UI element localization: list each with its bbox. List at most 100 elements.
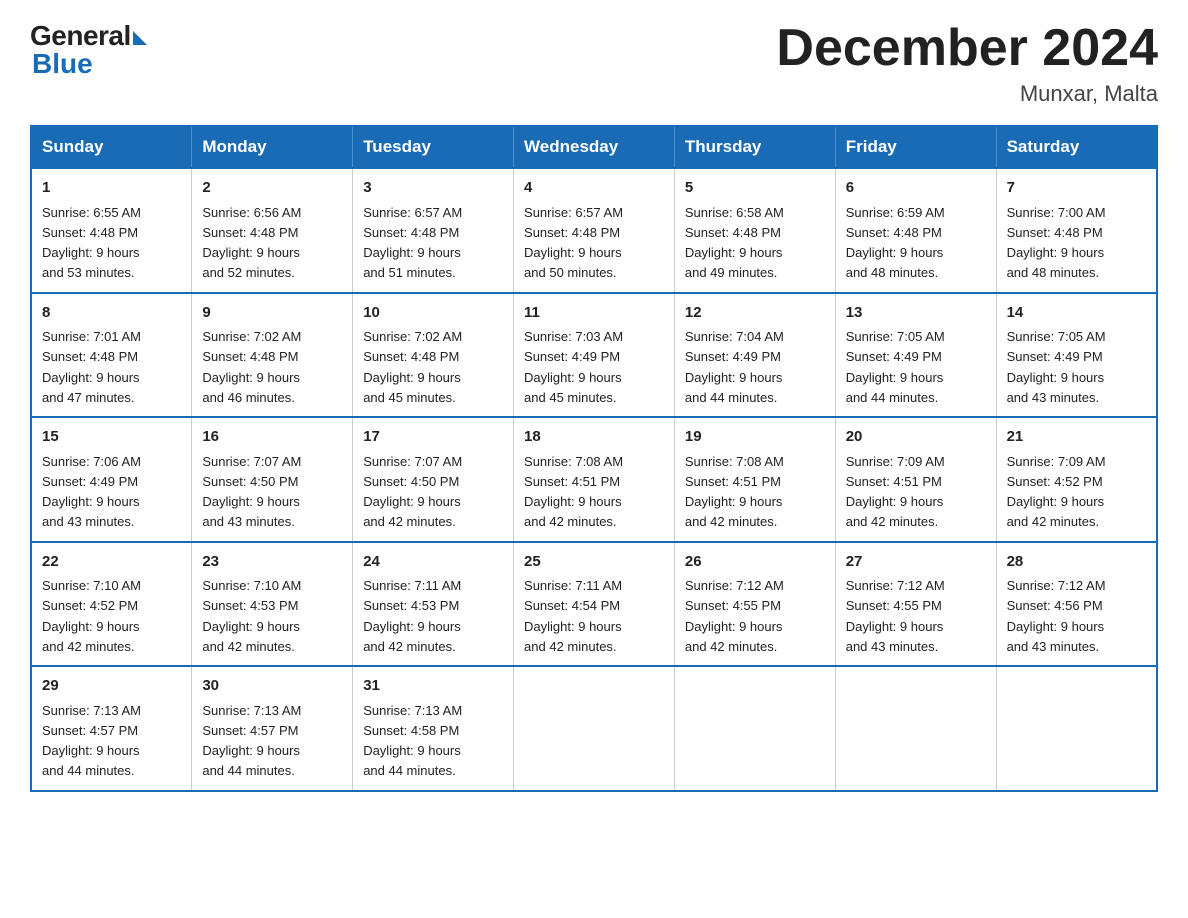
calendar-week-1: 1 Sunrise: 6:55 AMSunset: 4:48 PMDaylight… [31, 168, 1157, 293]
calendar-cell: 9Sunrise: 7:02 AMSunset: 4:48 PMDaylight… [192, 293, 353, 418]
calendar-cell [514, 666, 675, 791]
day-info: Sunrise: 7:06 AMSunset: 4:49 PMDaylight:… [42, 454, 141, 530]
day-info: Sunrise: 7:09 AMSunset: 4:52 PMDaylight:… [1007, 454, 1106, 530]
day-info: Sunrise: 7:11 AMSunset: 4:54 PMDaylight:… [524, 578, 622, 654]
day-number: 14 [1007, 302, 1146, 325]
calendar-week-5: 29 Sunrise: 7:13 AMSunset: 4:57 PMDayligh… [31, 666, 1157, 791]
calendar-cell: 14 Sunrise: 7:05 AMSunset: 4:49 PMDayligh… [996, 293, 1157, 418]
day-info: Sunrise: 7:12 AMSunset: 4:56 PMDaylight:… [1007, 578, 1106, 654]
calendar-cell: 16 Sunrise: 7:07 AMSunset: 4:50 PMDayligh… [192, 417, 353, 542]
logo: General Blue [30, 20, 147, 80]
day-info: Sunrise: 7:11 AMSunset: 4:53 PMDaylight:… [363, 578, 461, 654]
day-info: Sunrise: 7:13 AMSunset: 4:57 PMDaylight:… [42, 703, 141, 779]
calendar-cell: 15Sunrise: 7:06 AMSunset: 4:49 PMDayligh… [31, 417, 192, 542]
day-number: 28 [1007, 551, 1146, 574]
day-number: 22 [42, 551, 181, 574]
location-label: Munxar, Malta [776, 81, 1158, 107]
calendar-cell: 5 Sunrise: 6:58 AMSunset: 4:48 PMDaylight… [674, 168, 835, 293]
day-info: Sunrise: 7:08 AMSunset: 4:51 PMDaylight:… [685, 454, 784, 530]
day-info: Sunrise: 7:04 AMSunset: 4:49 PMDaylight:… [685, 329, 784, 405]
day-info: Sunrise: 7:12 AMSunset: 4:55 PMDaylight:… [846, 578, 945, 654]
day-info: Sunrise: 6:57 AMSunset: 4:48 PMDaylight:… [363, 205, 462, 281]
calendar-cell: 13Sunrise: 7:05 AMSunset: 4:49 PMDayligh… [835, 293, 996, 418]
day-number: 11 [524, 302, 664, 325]
day-info: Sunrise: 7:01 AMSunset: 4:48 PMDaylight:… [42, 329, 141, 405]
day-info: Sunrise: 7:02 AMSunset: 4:48 PMDaylight:… [363, 329, 462, 405]
day-info: Sunrise: 6:59 AMSunset: 4:48 PMDaylight:… [846, 205, 945, 281]
calendar-week-4: 22Sunrise: 7:10 AMSunset: 4:52 PMDayligh… [31, 542, 1157, 667]
calendar-header-monday: Monday [192, 126, 353, 168]
calendar-cell: 17Sunrise: 7:07 AMSunset: 4:50 PMDayligh… [353, 417, 514, 542]
calendar-cell: 26 Sunrise: 7:12 AMSunset: 4:55 PMDayligh… [674, 542, 835, 667]
logo-triangle-icon [133, 31, 147, 45]
calendar-cell: 1 Sunrise: 6:55 AMSunset: 4:48 PMDaylight… [31, 168, 192, 293]
day-info: Sunrise: 6:55 AMSunset: 4:48 PMDaylight:… [42, 205, 141, 281]
day-number: 25 [524, 551, 664, 574]
day-number: 26 [685, 551, 825, 574]
calendar-header-sunday: Sunday [31, 126, 192, 168]
day-info: Sunrise: 7:03 AMSunset: 4:49 PMDaylight:… [524, 329, 623, 405]
calendar-cell: 12 Sunrise: 7:04 AMSunset: 4:49 PMDayligh… [674, 293, 835, 418]
calendar-cell: 10 Sunrise: 7:02 AMSunset: 4:48 PMDayligh… [353, 293, 514, 418]
day-number: 24 [363, 551, 503, 574]
calendar-cell: 30 Sunrise: 7:13 AMSunset: 4:57 PMDayligh… [192, 666, 353, 791]
calendar-cell [674, 666, 835, 791]
day-info: Sunrise: 6:56 AMSunset: 4:48 PMDaylight:… [202, 205, 301, 281]
calendar-cell: 27 Sunrise: 7:12 AMSunset: 4:55 PMDayligh… [835, 542, 996, 667]
day-info: Sunrise: 7:08 AMSunset: 4:51 PMDaylight:… [524, 454, 623, 530]
day-info: Sunrise: 7:09 AMSunset: 4:51 PMDaylight:… [846, 454, 945, 530]
day-number: 1 [42, 177, 181, 200]
day-number: 21 [1007, 426, 1146, 449]
day-info: Sunrise: 7:07 AMSunset: 4:50 PMDaylight:… [363, 454, 462, 530]
day-number: 5 [685, 177, 825, 200]
day-number: 27 [846, 551, 986, 574]
calendar-cell: 6Sunrise: 6:59 AMSunset: 4:48 PMDaylight… [835, 168, 996, 293]
calendar-week-3: 15Sunrise: 7:06 AMSunset: 4:49 PMDayligh… [31, 417, 1157, 542]
day-number: 30 [202, 675, 342, 698]
calendar-cell: 24 Sunrise: 7:11 AMSunset: 4:53 PMDayligh… [353, 542, 514, 667]
calendar-cell: 31 Sunrise: 7:13 AMSunset: 4:58 PMDayligh… [353, 666, 514, 791]
title-block: December 2024 Munxar, Malta [776, 20, 1158, 107]
day-info: Sunrise: 7:05 AMSunset: 4:49 PMDaylight:… [1007, 329, 1106, 405]
calendar-cell: 3Sunrise: 6:57 AMSunset: 4:48 PMDaylight… [353, 168, 514, 293]
day-info: Sunrise: 7:02 AMSunset: 4:48 PMDaylight:… [202, 329, 301, 405]
day-number: 19 [685, 426, 825, 449]
day-number: 13 [846, 302, 986, 325]
calendar-cell: 25 Sunrise: 7:11 AMSunset: 4:54 PMDayligh… [514, 542, 675, 667]
day-number: 2 [202, 177, 342, 200]
day-number: 20 [846, 426, 986, 449]
day-number: 23 [202, 551, 342, 574]
day-info: Sunrise: 6:58 AMSunset: 4:48 PMDaylight:… [685, 205, 784, 281]
day-number: 18 [524, 426, 664, 449]
calendar-table: SundayMondayTuesdayWednesdayThursdayFrid… [30, 125, 1158, 792]
day-number: 31 [363, 675, 503, 698]
day-number: 29 [42, 675, 181, 698]
calendar-cell: 2 Sunrise: 6:56 AMSunset: 4:48 PMDaylight… [192, 168, 353, 293]
calendar-header-friday: Friday [835, 126, 996, 168]
calendar-cell [996, 666, 1157, 791]
day-number: 4 [524, 177, 664, 200]
day-number: 10 [363, 302, 503, 325]
calendar-cell: 8Sunrise: 7:01 AMSunset: 4:48 PMDaylight… [31, 293, 192, 418]
day-number: 7 [1007, 177, 1146, 200]
month-title: December 2024 [776, 20, 1158, 77]
calendar-cell [835, 666, 996, 791]
day-info: Sunrise: 7:12 AMSunset: 4:55 PMDaylight:… [685, 578, 784, 654]
day-info: Sunrise: 7:13 AMSunset: 4:58 PMDaylight:… [363, 703, 462, 779]
calendar-cell: 19 Sunrise: 7:08 AMSunset: 4:51 PMDayligh… [674, 417, 835, 542]
day-number: 16 [202, 426, 342, 449]
logo-blue-text: Blue [32, 48, 93, 80]
calendar-week-2: 8Sunrise: 7:01 AMSunset: 4:48 PMDaylight… [31, 293, 1157, 418]
day-info: Sunrise: 6:57 AMSunset: 4:48 PMDaylight:… [524, 205, 623, 281]
day-number: 12 [685, 302, 825, 325]
calendar-cell: 22Sunrise: 7:10 AMSunset: 4:52 PMDayligh… [31, 542, 192, 667]
calendar-header-wednesday: Wednesday [514, 126, 675, 168]
day-info: Sunrise: 7:07 AMSunset: 4:50 PMDaylight:… [202, 454, 301, 530]
calendar-cell: 23 Sunrise: 7:10 AMSunset: 4:53 PMDayligh… [192, 542, 353, 667]
calendar-cell: 11 Sunrise: 7:03 AMSunset: 4:49 PMDayligh… [514, 293, 675, 418]
calendar-cell: 4 Sunrise: 6:57 AMSunset: 4:48 PMDaylight… [514, 168, 675, 293]
day-info: Sunrise: 7:10 AMSunset: 4:53 PMDaylight:… [202, 578, 301, 654]
day-info: Sunrise: 7:13 AMSunset: 4:57 PMDaylight:… [202, 703, 301, 779]
calendar-header-thursday: Thursday [674, 126, 835, 168]
page-header: General Blue December 2024 Munxar, Malta [30, 20, 1158, 107]
